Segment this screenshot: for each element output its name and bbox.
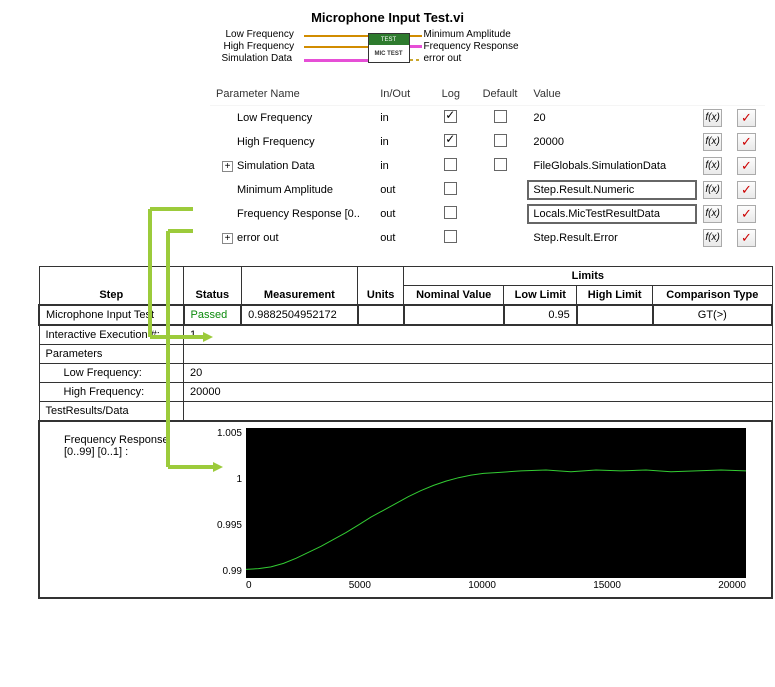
x-tick: 10000 [468, 580, 496, 591]
log-checkbox[interactable] [444, 206, 457, 219]
conn-right-1: Frequency Response [424, 41, 519, 52]
x-tick: 15000 [593, 580, 621, 591]
expression-button[interactable]: f(x) [703, 229, 722, 247]
default-checkbox[interactable] [494, 110, 507, 123]
detail-row: Parameters [39, 344, 772, 363]
conn-left-0: Low Frequency [226, 29, 294, 40]
log-checkbox[interactable] [444, 134, 457, 147]
x-tick: 0 [246, 580, 252, 591]
check-button[interactable]: ✓ [737, 133, 756, 151]
detail-row: Interactive Execution #:1 [39, 325, 772, 345]
hdr-comp: Comparison Type [666, 289, 758, 301]
y-tick: 0.99 [206, 566, 242, 577]
hdr-log: Log [442, 88, 460, 100]
status-cell: Passed [184, 305, 242, 325]
graph-label: Frequency Response [0..99] [0..1] : [46, 428, 206, 591]
hdr-name: Parameter Name [216, 88, 300, 100]
frequency-response-graph: Frequency Response [0..99] [0..1] : 1.00… [46, 428, 765, 591]
default-checkbox[interactable] [494, 158, 507, 171]
hdr-default: Default [483, 88, 518, 100]
y-tick: 0.995 [206, 520, 242, 531]
hdr-meas: Measurement [264, 289, 335, 301]
hdr-io: In/Out [380, 88, 410, 100]
expression-button[interactable]: f(x) [703, 181, 722, 199]
param-row: +error outoutStep.Result.Errorf(x)✓ [210, 226, 765, 250]
vi-icon: TEST MIC TEST [368, 33, 410, 63]
expression-button[interactable]: f(x) [703, 157, 722, 175]
log-checkbox[interactable] [444, 110, 457, 123]
graph-plot-area [246, 428, 746, 578]
check-button[interactable]: ✓ [737, 109, 756, 127]
expand-button[interactable]: + [222, 161, 233, 172]
param-row: High Frequencyin20000f(x)✓ [210, 130, 765, 154]
check-button[interactable]: ✓ [737, 181, 756, 199]
measurement-cell: 0.9882504952172 [241, 305, 358, 325]
main-result-row: Microphone Input Test Passed 0.988250495… [39, 305, 772, 325]
x-tick: 5000 [349, 580, 371, 591]
hdr-nominal: Nominal Value [416, 289, 491, 301]
log-checkbox[interactable] [444, 158, 457, 171]
check-button[interactable]: ✓ [737, 205, 756, 223]
default-checkbox[interactable] [494, 134, 507, 147]
detail-row: TestResults/Data [39, 401, 772, 421]
check-button[interactable]: ✓ [737, 157, 756, 175]
vi-connector-pane: Low Frequency High Frequency Simulation … [208, 29, 568, 71]
y-tick: 1.005 [206, 428, 242, 439]
expression-button[interactable]: f(x) [703, 205, 722, 223]
vi-title: Microphone Input Test.vi [311, 10, 464, 25]
expression-button[interactable]: f(x) [703, 109, 722, 127]
param-row: +Simulation DatainFileGlobals.Simulation… [210, 154, 765, 178]
param-row: Frequency Response [0..outLocals.MicTest… [210, 202, 765, 226]
expand-button[interactable]: + [222, 233, 233, 244]
conn-left-2: Simulation Data [222, 53, 293, 64]
detail-row: Low Frequency:20 [39, 363, 772, 382]
detail-row: High Frequency:20000 [39, 382, 772, 401]
expression-button[interactable]: f(x) [703, 133, 722, 151]
param-row: Minimum AmplitudeoutStep.Result.Numericf… [210, 178, 765, 202]
param-row: Low Frequencyin20f(x)✓ [210, 105, 765, 130]
results-table: Step Status Measurement Units Limits Nom… [38, 266, 773, 599]
x-tick: 20000 [718, 580, 746, 591]
log-checkbox[interactable] [444, 230, 457, 243]
conn-left-1: High Frequency [224, 41, 295, 52]
hdr-limits: Limits [572, 270, 604, 282]
y-tick: 1 [206, 474, 242, 485]
hdr-units: Units [367, 289, 395, 301]
check-button[interactable]: ✓ [737, 229, 756, 247]
conn-right-0: Minimum Amplitude [424, 29, 511, 40]
hdr-status: Status [196, 289, 230, 301]
hdr-step: Step [99, 289, 123, 301]
hdr-high: High Limit [588, 289, 642, 301]
parameter-table: Parameter Name In/Out Log Default Value … [210, 83, 765, 250]
conn-right-2: error out [424, 53, 462, 64]
hdr-low: Low Limit [515, 289, 566, 301]
hdr-value: Value [533, 88, 560, 100]
log-checkbox[interactable] [444, 182, 457, 195]
